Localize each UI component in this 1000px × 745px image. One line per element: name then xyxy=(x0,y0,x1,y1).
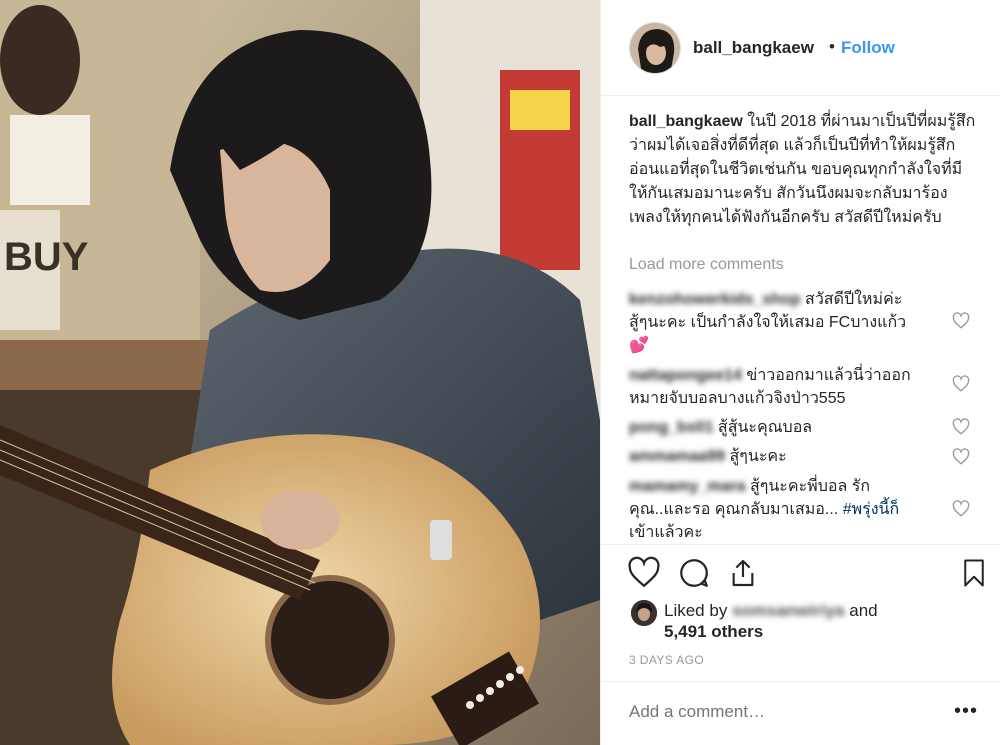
comment-divider xyxy=(601,681,1000,682)
comment-username[interactable]: mamamy_mara xyxy=(629,475,746,498)
post-actions-bar xyxy=(601,556,1000,592)
comment-item: pong_bs01 สู้สู้นะคุณบอล xyxy=(629,416,951,439)
post-timestamp: 3 DAYS AGO xyxy=(629,653,705,667)
post-sidebar: ball_bangkaew • Follow ball_bangkaew ในป… xyxy=(600,0,1000,745)
comment-text: สู้ๆนะคะ เป็นกำลังใจให้เสมอ FCบางแก้ว xyxy=(629,314,907,331)
load-more-comments-button[interactable]: Load more comments xyxy=(629,256,784,274)
post-caption: ball_bangkaew ในปี 2018 ที่ผ่านมาเป็นปีท… xyxy=(629,110,979,230)
liked-by-suffix: and xyxy=(849,601,878,620)
svg-text:BUY: BUY xyxy=(4,235,89,279)
comment-text: หมายจับบอลบางแก้วจิงป่าว555 xyxy=(629,390,846,407)
follow-button[interactable]: Follow xyxy=(841,38,895,58)
heart-icon[interactable] xyxy=(627,556,661,590)
comment-item: mamamy_mara สู้ๆนะคะพี่บอล รัก คุณ..และร… xyxy=(629,475,951,544)
liked-by-avatar[interactable] xyxy=(631,600,657,626)
comment-text: สู้ๆนะคะพี่บอล รัก xyxy=(749,478,871,495)
add-comment-input[interactable] xyxy=(629,702,929,722)
post-photo[interactable]: BUY xyxy=(0,0,600,745)
comment-text: สวัสดีปีใหม่ค่ะ xyxy=(805,291,903,308)
liked-by-line: Liked by somsanwiriya and xyxy=(664,599,878,623)
comment-hashtag-link[interactable]: #พรุ่งนี้ก็ xyxy=(843,501,899,518)
comment-text: เข้าแล้วคะ xyxy=(629,524,703,541)
liked-by-prefix: Liked by xyxy=(664,601,728,620)
like-comment-heart-icon[interactable] xyxy=(952,375,970,393)
comment-text: สู้สู้นะคุณบอล xyxy=(717,419,813,436)
comment-username[interactable]: kenzohowerkids_shop xyxy=(629,288,801,311)
comment-text: สู้ๆนะคะ xyxy=(729,448,787,465)
like-comment-heart-icon[interactable] xyxy=(952,500,970,518)
liked-by-avatar-image xyxy=(631,600,657,626)
comment-username[interactable]: nattapongee14 xyxy=(629,364,742,387)
share-icon[interactable] xyxy=(727,556,759,590)
comment-item: ammamaa99 สู้ๆนะคะ xyxy=(629,445,951,468)
like-comment-heart-icon[interactable] xyxy=(952,448,970,466)
caption-username[interactable]: ball_bangkaew xyxy=(629,113,743,130)
bookmark-icon[interactable] xyxy=(959,556,989,590)
comment-item: nattapongee14 ข่าวออกมาแล้วนี่ว่าออก หมา… xyxy=(629,364,951,410)
header-separator: • xyxy=(829,37,835,56)
like-comment-heart-icon[interactable] xyxy=(952,418,970,436)
comment-text: ข่าวออกมาแล้วนี่ว่าออก xyxy=(746,367,911,384)
post-photo-art: BUY xyxy=(0,0,600,745)
more-options-icon[interactable]: ••• xyxy=(954,700,978,723)
avatar-image xyxy=(630,23,680,73)
liked-by-username[interactable]: somsanwiriya xyxy=(732,599,844,623)
actions-divider xyxy=(601,544,1000,545)
likes-count-link[interactable]: 5,491 others xyxy=(664,622,763,642)
comment-text: คุณ..และรอ คุณกลับมาเสมอ... xyxy=(629,501,839,518)
like-comment-heart-icon[interactable] xyxy=(952,312,970,330)
post-username[interactable]: ball_bangkaew xyxy=(693,38,814,58)
comment-username[interactable]: pong_bs01 xyxy=(629,416,713,439)
user-avatar[interactable] xyxy=(629,22,681,74)
comment-icon[interactable] xyxy=(677,556,711,590)
comment-username[interactable]: ammamaa99 xyxy=(629,445,725,468)
post-header: ball_bangkaew • Follow xyxy=(601,0,1000,96)
comment-emoji: 💕 xyxy=(629,337,649,354)
comment-item: kenzohowerkids_shop สวัสดีปีใหม่ค่ะ สู้ๆ… xyxy=(629,288,951,357)
